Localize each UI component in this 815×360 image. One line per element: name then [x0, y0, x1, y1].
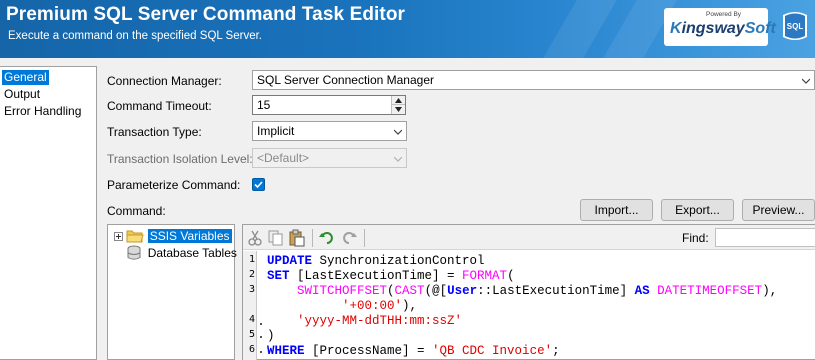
connection-manager-value: SQL Server Connection Manager: [257, 73, 434, 87]
fold-margin: [259, 251, 264, 360]
export-button[interactable]: Export...: [661, 199, 734, 221]
toolbar-separator: [364, 229, 365, 247]
paste-icon[interactable]: [288, 229, 306, 247]
connection-manager-label: Connection Manager:: [107, 74, 222, 88]
command-editor[interactable]: Find: 1 2 3 4 5 6 UPDATE Synchronization…: [242, 224, 815, 360]
line-number: 5: [248, 329, 255, 340]
transaction-type-label: Transaction Type:: [107, 125, 202, 139]
svg-text:SQL: SQL: [787, 22, 804, 31]
code-line-3-wrap: '+00:00'),: [342, 299, 418, 313]
copy-icon[interactable]: [267, 229, 285, 247]
line-number: 2: [248, 269, 255, 280]
logo-powered-by: Powered By: [706, 11, 742, 18]
command-timeout-label: Command Timeout:: [107, 99, 212, 113]
dialog-title: Premium SQL Server Command Task Editor: [6, 4, 406, 25]
isolation-level-select: <Default>: [252, 148, 407, 168]
toolbar-separator: [312, 229, 313, 247]
variables-tree: SSIS Variables Database Tables: [107, 224, 237, 360]
code-line-4: 'yyyy-MM-ddTHH:mm:ssZ': [297, 314, 463, 328]
triangle-down-icon: [395, 107, 402, 112]
line-number-gutter: 1 2 3 4 5 6: [243, 251, 257, 360]
folder-icon: [126, 230, 145, 243]
isolation-level-label: Transaction Isolation Level:: [107, 152, 253, 166]
header-banner: Premium SQL Server Command Task Editor E…: [0, 0, 815, 58]
nav-item-output[interactable]: Output: [2, 87, 42, 102]
cut-icon[interactable]: [246, 229, 264, 247]
kingswaysoft-logo: Powered By KingswaySoft: [664, 8, 776, 46]
undo-icon[interactable]: [318, 229, 336, 247]
chevron-down-icon: [394, 129, 402, 135]
code-line-5: ): [267, 329, 275, 343]
tree-item-label: SSIS Variables: [147, 229, 232, 243]
transaction-type-value: Implicit: [257, 124, 295, 138]
editor-toolbar: Find:: [243, 225, 815, 250]
line-number: 1: [248, 254, 255, 265]
decrement-button[interactable]: [392, 105, 405, 114]
sql-product-icon: SQL: [783, 12, 807, 40]
redo-icon[interactable]: [340, 229, 358, 247]
expand-plus-icon[interactable]: [114, 232, 123, 241]
nav-item-error-handling[interactable]: Error Handling: [2, 104, 83, 119]
line-number: 6: [248, 344, 255, 355]
code-line-1: UPDATE SynchronizationControl: [267, 254, 485, 268]
chevron-down-icon: [802, 78, 810, 84]
parameterize-checkbox[interactable]: [252, 178, 265, 191]
command-timeout-stepper[interactable]: 15: [252, 95, 406, 115]
database-icon: [127, 245, 141, 260]
triangle-up-icon: [395, 97, 402, 103]
isolation-level-value: <Default>: [257, 151, 310, 165]
logo-brand: KingswaySoft: [670, 20, 776, 37]
stepper-buttons: [391, 96, 405, 114]
checkmark-icon: [254, 181, 263, 189]
tree-item-ssis-variables[interactable]: SSIS Variables: [114, 228, 232, 244]
import-button[interactable]: Import...: [580, 199, 653, 221]
code-line-2: SET [LastExecutionTime] = FORMAT(: [267, 269, 515, 283]
transaction-type-select[interactable]: Implicit: [252, 121, 407, 141]
line-number: 4: [248, 314, 255, 325]
header-decoration: [543, 0, 617, 58]
increment-button[interactable]: [392, 96, 405, 105]
tree-item-label: Database Tables: [147, 246, 237, 260]
parameterize-label: Parameterize Command:: [107, 178, 241, 192]
page-navigation: General Output Error Handling: [0, 66, 97, 360]
nav-item-general[interactable]: General: [2, 70, 49, 85]
code-line-3: SWITCHOFFSET(CAST(@[User::LastExecutionT…: [297, 284, 778, 298]
dialog-subtitle: Execute a command on the specified SQL S…: [8, 30, 262, 42]
code-line-6: WHERE [ProcessName] = 'QB CDC Invoice';: [267, 344, 560, 358]
command-label: Command:: [107, 204, 166, 218]
chevron-down-icon: [394, 156, 402, 162]
line-number: 3: [248, 284, 255, 295]
command-timeout-value: 15: [257, 98, 271, 112]
connection-manager-select[interactable]: SQL Server Connection Manager: [252, 70, 815, 90]
tree-item-database-tables[interactable]: Database Tables: [114, 245, 239, 261]
find-input[interactable]: [715, 228, 815, 247]
preview-button[interactable]: Preview...: [742, 199, 815, 221]
find-label: Find:: [682, 231, 709, 245]
